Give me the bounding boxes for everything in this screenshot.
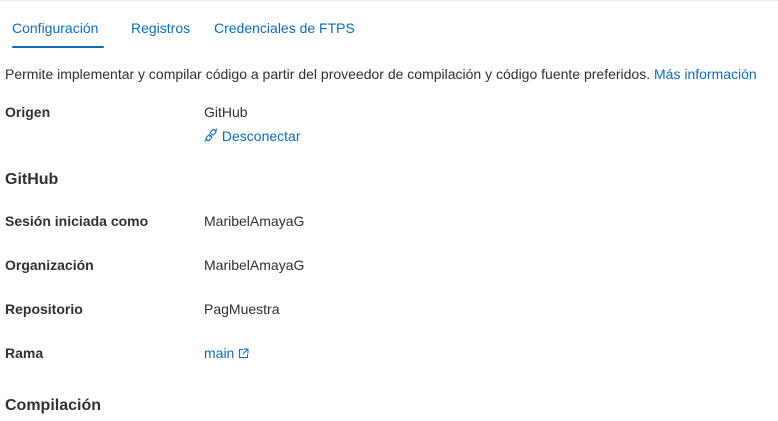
branch-link[interactable]: main <box>204 345 249 362</box>
branch-value: main <box>204 345 235 361</box>
learn-more-link[interactable]: Más información <box>654 66 757 82</box>
build-heading: Compilación <box>5 397 102 414</box>
source-value: GitHub <box>204 104 248 120</box>
active-tab-indicator <box>12 46 104 48</box>
signed-in-label: Sesión iniciada como <box>5 213 149 229</box>
branch-label: Rama <box>5 345 44 361</box>
github-heading: GitHub <box>5 171 59 188</box>
tab-registros[interactable]: Registros <box>131 20 190 36</box>
repository-value: PagMuestra <box>204 301 280 317</box>
repository-label: Repositorio <box>5 301 83 317</box>
tab-credenciales-ftps[interactable]: Credenciales de FTPS <box>214 20 355 36</box>
organization-label: Organización <box>5 257 94 273</box>
plug-disconnect-icon <box>204 128 218 145</box>
disconnect-label: Desconectar <box>221 128 301 144</box>
description-text: Permite implementar y compilar código a … <box>5 66 651 82</box>
organization-value: MaribelAmayaG <box>204 257 305 273</box>
source-label: Origen <box>5 104 51 120</box>
description: Permite implementar y compilar código a … <box>5 66 757 82</box>
open-external-icon <box>238 346 249 362</box>
tab-bar: Configuración Registros Credenciales de … <box>0 0 778 50</box>
disconnect-button[interactable]: Desconectar <box>204 128 300 145</box>
tab-configuracion[interactable]: Configuración <box>12 20 98 36</box>
signed-in-value: MaribelAmayaG <box>204 213 305 229</box>
